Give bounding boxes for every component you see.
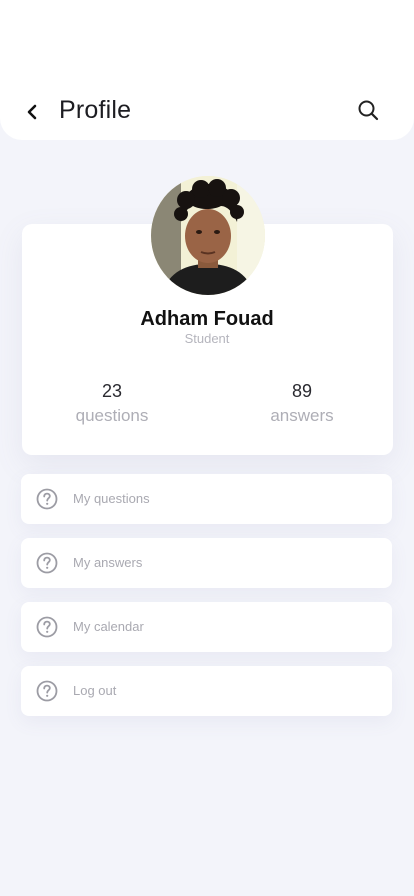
stat-questions-value: 23 [101,381,123,401]
search-icon [358,100,379,121]
menu-item-label: Log out [73,683,117,698]
chevron-left-icon [27,104,37,120]
question-circle-icon [36,552,58,574]
stat-questions-label: questions [75,406,149,425]
stat-answers[interactable]: 89 answers [232,381,372,426]
menu-item-label: My questions [73,491,150,506]
page-title: Profile [59,96,132,124]
profile-name: Adham Fouad [140,308,274,330]
question-circle-icon [36,680,58,702]
search-button[interactable] [355,97,381,123]
menu-item-label: My answers [73,555,143,570]
stat-answers-label: answers [270,406,334,425]
question-circle-icon [36,488,58,510]
stat-answers-value: 89 [291,381,313,401]
menu-item-label: My calendar [73,619,144,634]
menu-item-my-calendar[interactable]: My calendar [21,602,392,652]
menu-item-log-out[interactable]: Log out [21,666,392,716]
menu-item-my-questions[interactable]: My questions [21,474,392,524]
menu-item-my-answers[interactable]: My answers [21,538,392,588]
profile-role: Student [184,331,230,346]
question-circle-icon [36,616,58,638]
avatar [151,176,265,295]
app-header: Profile [0,0,414,140]
stat-questions[interactable]: 23 questions [42,381,182,426]
back-button[interactable] [20,100,44,124]
